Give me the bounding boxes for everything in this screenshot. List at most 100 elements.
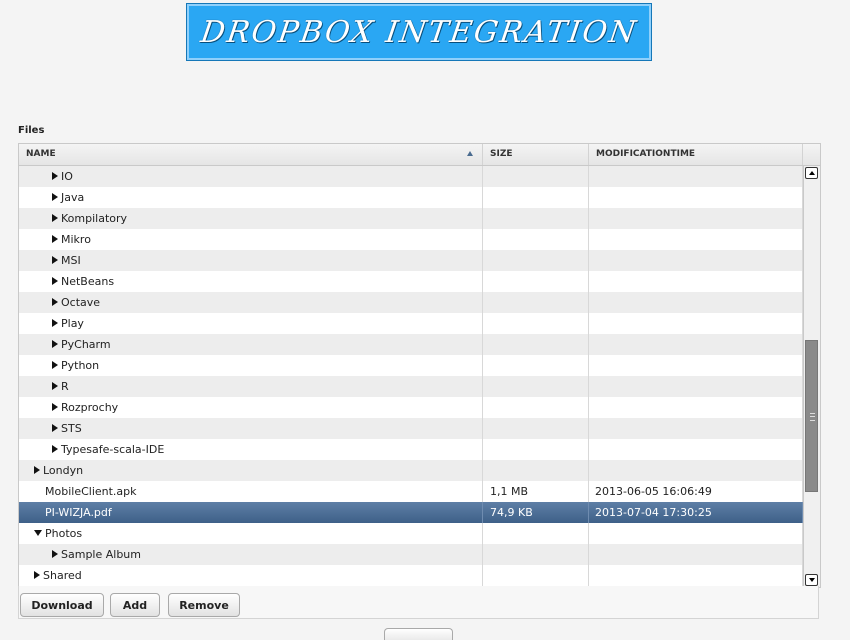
table-row[interactable]: Mikro [19,229,803,250]
size-cell [483,271,589,292]
download-button[interactable]: Download [20,593,104,617]
column-header-size[interactable]: SIZE [483,144,589,165]
size-cell: 74,9 KB [483,502,589,523]
name-cell: Photos [19,523,483,544]
expand-arrow-icon[interactable] [52,214,58,222]
name-label: Typesafe-scala-IDE [61,443,165,456]
expand-arrow-icon[interactable] [52,277,58,285]
column-header-name[interactable]: NAME [19,144,483,165]
size-cell [483,439,589,460]
files-label: Files [18,125,45,136]
expand-arrow-icon[interactable] [52,424,58,432]
table-header: NAME SIZE MODIFICATIONTIME [19,144,820,166]
size-cell [483,565,589,586]
name-cell: Mikro [19,229,483,250]
name-cell: Rozprochy [19,397,483,418]
table-row[interactable]: Python [19,355,803,376]
expand-arrow-icon[interactable] [52,256,58,264]
table-row[interactable]: Octave [19,292,803,313]
size-cell [483,418,589,439]
size-cell [483,166,589,187]
size-cell [483,523,589,544]
table-row[interactable]: R [19,376,803,397]
modificationtime-cell [589,187,803,208]
table-row[interactable]: Shared [19,565,803,586]
modificationtime-cell [589,334,803,355]
name-label: PI-WIZJA.pdf [45,506,112,519]
expand-arrow-icon[interactable] [52,550,58,558]
table-row[interactable]: MSI [19,250,803,271]
table-row[interactable]: Londyn [19,460,803,481]
modificationtime-cell [589,397,803,418]
table-row[interactable]: PI-WIZJA.pdf 74,9 KB 2013-07-04 17:30:25 [19,502,803,523]
modificationtime-cell [589,250,803,271]
name-cell: Play [19,313,483,334]
expand-arrow-icon[interactable] [52,445,58,453]
expand-arrow-icon[interactable] [52,319,58,327]
expand-arrow-icon[interactable] [34,466,40,474]
table-row[interactable]: MobileClient.apk 1,1 MB 2013-06-05 16:06:4… [19,481,803,502]
scrollbar-thumb[interactable] [805,340,818,492]
table-row[interactable]: Kompilatory [19,208,803,229]
table-row[interactable]: STS [19,418,803,439]
name-label: Shared [43,569,82,582]
column-header-modificationtime[interactable]: MODIFICATIONTIME [589,144,803,165]
sort-ascending-icon [467,151,473,156]
modificationtime-cell [589,271,803,292]
size-cell [483,355,589,376]
name-label: MSI [61,254,81,267]
table-row[interactable]: IO [19,166,803,187]
name-label: NetBeans [61,275,115,288]
modificationtime-cell [589,292,803,313]
name-cell: NetBeans [19,271,483,292]
name-cell: R [19,376,483,397]
expand-arrow-icon[interactable] [52,298,58,306]
table-row[interactable]: Typesafe-scala-IDE [19,439,803,460]
name-label: Play [61,317,84,330]
table-row[interactable]: Photos [19,523,803,544]
expand-arrow-icon[interactable] [52,172,58,180]
name-label: Photos [45,527,83,540]
scroll-down-icon[interactable] [805,574,818,586]
table-row[interactable]: Play [19,313,803,334]
files-tree-table: NAME SIZE MODIFICATIONTIME IO Java Kompila… [18,143,821,588]
table-row[interactable]: PyCharm [19,334,803,355]
name-cell: IO [19,166,483,187]
table-row[interactable]: Rozprochy [19,397,803,418]
name-label: Octave [61,296,101,309]
column-header-size-label: SIZE [490,149,513,159]
name-label: Mikro [61,233,91,246]
name-label: Java [61,191,85,204]
size-cell [483,334,589,355]
scroll-up-icon[interactable] [805,167,818,179]
table-row[interactable]: Sample Album [19,544,803,565]
name-label: MobileClient.apk [45,485,137,498]
expand-arrow-icon[interactable] [52,403,58,411]
partial-button[interactable] [384,628,453,640]
name-cell: PI-WIZJA.pdf [19,502,483,523]
vertical-scrollbar[interactable] [803,166,820,587]
modificationtime-cell: 2013-06-05 16:06:49 [589,481,803,502]
modificationtime-cell [589,544,803,565]
expand-arrow-icon[interactable] [52,340,58,348]
name-cell: Shared [19,565,483,586]
modificationtime-cell [589,313,803,334]
expand-arrow-icon[interactable] [34,571,40,579]
table-row[interactable]: NetBeans [19,271,803,292]
table-body: IO Java Kompilatory Mikro MSI NetBeans Octave P… [19,166,803,587]
name-label: R [61,380,69,393]
add-button[interactable]: Add [110,593,160,617]
size-cell [483,229,589,250]
collapse-arrow-icon[interactable] [34,530,42,536]
table-toolbar: Download Add Remove [18,586,819,619]
modificationtime-cell [589,523,803,544]
name-cell: STS [19,418,483,439]
table-row[interactable]: Java [19,187,803,208]
expand-arrow-icon[interactable] [52,235,58,243]
size-cell [483,250,589,271]
size-cell [483,187,589,208]
expand-arrow-icon[interactable] [52,193,58,201]
expand-arrow-icon[interactable] [52,382,58,390]
remove-button[interactable]: Remove [168,593,240,617]
expand-arrow-icon[interactable] [52,361,58,369]
